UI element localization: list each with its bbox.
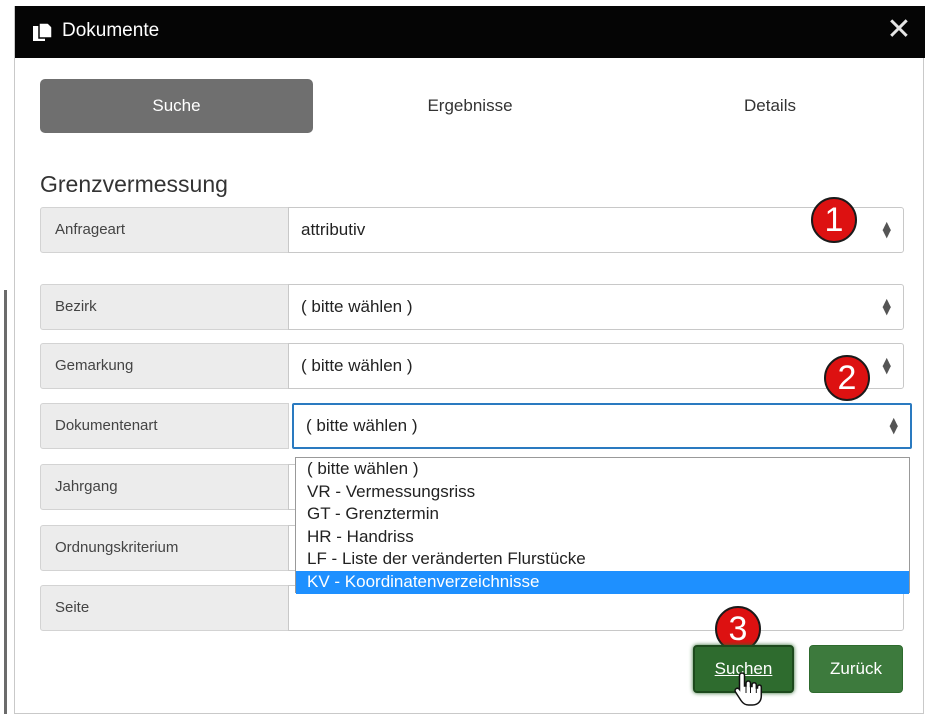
step-badge-1: 1 [811,197,857,243]
step-badge-2: 2 [824,355,870,401]
background-window-edge [0,290,7,714]
close-icon: ✕ [886,12,912,47]
dropdown-option[interactable]: HR - Handriss [296,526,909,549]
bezirk-label: Bezirk [40,284,289,330]
dokumentenart-value: ( bitte wählen ) [306,416,418,435]
document-stack-icon [33,22,53,41]
anfrageart-label: Anfrageart [40,207,289,253]
gemarkung-label: Gemarkung [40,343,289,389]
close-button[interactable]: ✕ [885,15,913,46]
dokumentenart-select[interactable]: ( bitte wählen ) ▲ ▼ [292,403,912,449]
dialog-titlebar: Dokumente ✕ [15,6,925,58]
dropdown-option[interactable]: VR - Vermessungsriss [296,481,909,504]
tab-suche[interactable]: Suche [40,79,313,133]
select-arrows-icon: ▲ ▼ [882,295,891,317]
dropdown-option-highlighted[interactable]: KV - Koordinatenverzeichnisse [296,570,909,594]
anfrageart-value: attributiv [301,220,366,239]
gemarkung-value: ( bitte wählen ) [301,356,413,375]
back-button[interactable]: Zurück [809,645,903,693]
screen: Dokumente ✕ Suche Ergebnisse Details Gre… [0,0,928,714]
dialog-title: Dokumente [62,20,160,41]
select-arrows-icon: ▲ ▼ [882,218,891,240]
ordnungskriterium-label: Ordnungskriterium [40,525,289,571]
hand-pointer-icon [734,672,763,706]
bezirk-select[interactable]: ( bitte wählen ) ▲ ▼ [288,284,904,330]
gemarkung-select[interactable]: ( bitte wählen ) ▲ ▼ [288,343,904,389]
tab-details[interactable]: Details [635,79,905,133]
dropdown-option[interactable]: LF - Liste der veränderten Flurstücke [296,548,909,571]
tab-ergebnisse[interactable]: Ergebnisse [345,79,595,133]
dokumentenart-label: Dokumentenart [40,403,289,449]
dropdown-option[interactable]: GT - Grenztermin [296,503,909,526]
documents-dialog: Dokumente ✕ Suche Ergebnisse Details Gre… [14,6,925,714]
section-title: Grenzvermessung [40,171,228,197]
dropdown-option[interactable]: ( bitte wählen ) [296,458,909,481]
bezirk-value: ( bitte wählen ) [301,297,413,316]
jahrgang-label: Jahrgang [40,464,289,510]
dokumentenart-dropdown-list: ( bitte wählen ) VR - Vermessungsriss GT… [295,457,910,594]
seite-label: Seite [40,585,289,631]
select-arrows-icon: ▲ ▼ [882,354,891,376]
select-arrows-icon: ▲ ▼ [889,414,898,436]
